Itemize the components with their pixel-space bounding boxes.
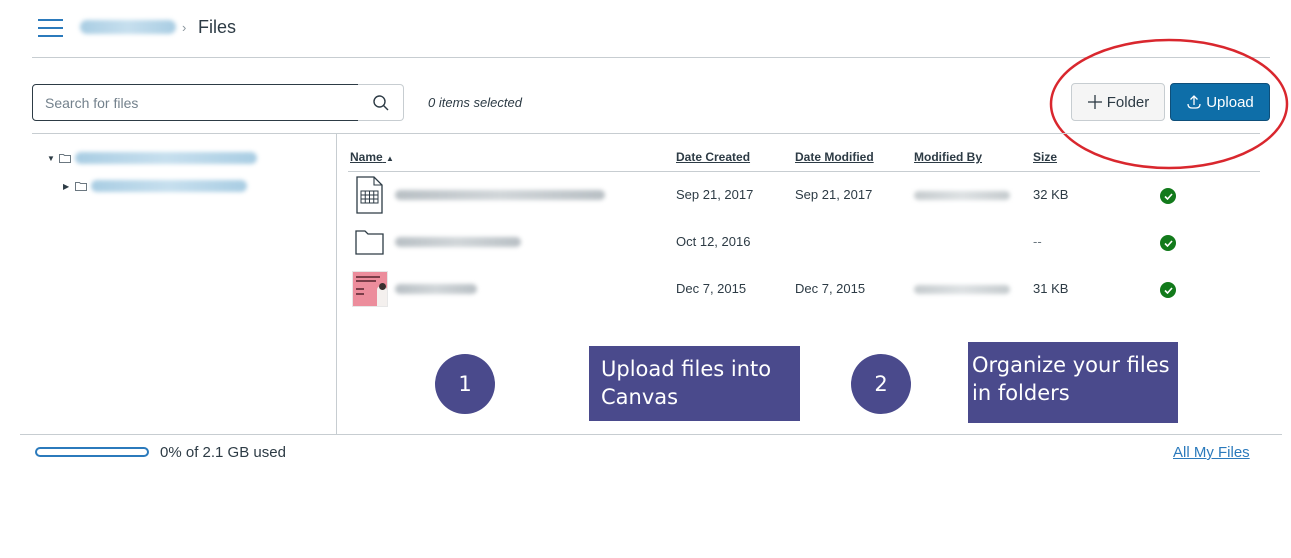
- step-1-callout: Upload files into Canvas: [589, 346, 800, 421]
- table-row[interactable]: Oct 12, 2016 --: [348, 223, 1260, 263]
- search-input[interactable]: [32, 84, 359, 121]
- date-modified: Dec 7, 2015: [795, 281, 866, 296]
- published-check-icon[interactable]: [1160, 188, 1176, 204]
- sort-ascending-icon: ▲: [386, 154, 394, 163]
- tree-item-label[interactable]: [91, 180, 247, 192]
- spreadsheet-file-icon: [356, 176, 383, 214]
- file-name-link[interactable]: [395, 190, 605, 200]
- date-created: Oct 12, 2016: [676, 234, 751, 249]
- pane-divider: [336, 133, 337, 435]
- storage-quota-bar: [35, 447, 149, 457]
- step-2-badge: 2: [851, 354, 911, 414]
- date-created: Sep 21, 2017: [676, 187, 754, 202]
- hamburger-menu-icon[interactable]: [38, 19, 63, 37]
- folder-icon: [75, 182, 87, 191]
- file-size: 31 KB: [1033, 281, 1069, 296]
- step-1-badge: 1: [435, 354, 495, 414]
- column-header-date-modified[interactable]: Date Modified: [795, 150, 874, 164]
- caret-down-icon[interactable]: ▼: [47, 154, 55, 163]
- search-button[interactable]: [358, 84, 404, 121]
- column-header-name[interactable]: Name ▲: [350, 150, 394, 164]
- tree-item-label[interactable]: [75, 152, 257, 164]
- image-thumbnail: [352, 271, 388, 307]
- modified-by: [914, 285, 1010, 294]
- step-2-callout: Organize your files in folders: [968, 342, 1178, 423]
- column-header-size[interactable]: Size: [1033, 150, 1057, 164]
- search-icon: [372, 94, 388, 110]
- caret-right-icon[interactable]: ▶: [63, 182, 71, 191]
- file-size: 32 KB: [1033, 187, 1069, 202]
- breadcrumb-current-files: Files: [198, 17, 237, 37]
- file-size: --: [1033, 234, 1042, 249]
- published-check-icon[interactable]: [1160, 235, 1176, 251]
- table-row[interactable]: Dec 7, 2015 Dec 7, 2015 31 KB: [348, 270, 1260, 310]
- tree-item-root[interactable]: ▼: [47, 152, 257, 164]
- file-name-link[interactable]: [395, 284, 477, 294]
- table-header-divider: [348, 171, 1260, 172]
- highlight-ellipse: [1049, 38, 1289, 170]
- published-check-icon[interactable]: [1160, 282, 1176, 298]
- column-header-date-created[interactable]: Date Created: [676, 150, 750, 164]
- breadcrumb-course-link[interactable]: [80, 20, 176, 34]
- footer-divider: [20, 434, 1282, 435]
- column-header-modified-by[interactable]: Modified By: [914, 150, 982, 164]
- folder-icon: [59, 154, 71, 163]
- folder-name-link[interactable]: [395, 237, 521, 247]
- toolbar-divider: [32, 133, 1260, 134]
- selected-count: 0 items selected: [428, 95, 522, 110]
- date-modified: Sep 21, 2017: [795, 187, 873, 202]
- storage-quota-text: 0% of 2.1 GB used: [160, 444, 286, 461]
- date-created: Dec 7, 2015: [676, 281, 747, 296]
- all-my-files-link[interactable]: All My Files: [1173, 444, 1250, 461]
- modified-by: [914, 191, 1010, 200]
- breadcrumb-separator: ›: [182, 20, 187, 35]
- tree-item-subfolder[interactable]: ▶: [63, 180, 247, 192]
- folder-icon: [355, 230, 384, 255]
- table-row[interactable]: Sep 21, 2017 Sep 21, 2017 32 KB: [348, 176, 1260, 216]
